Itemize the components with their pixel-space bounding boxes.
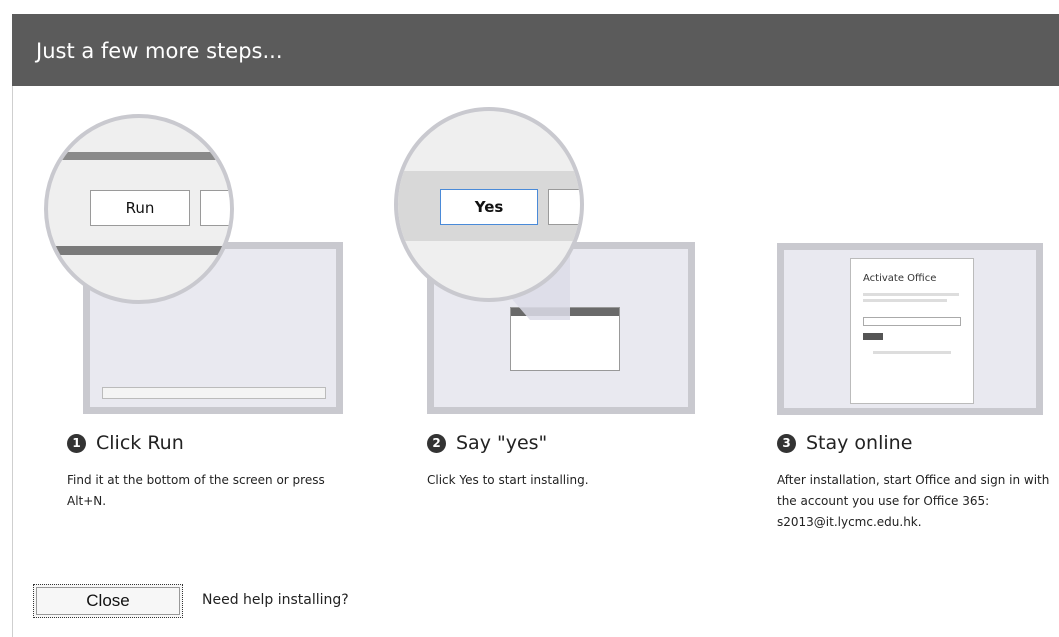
step-title: Click Run	[96, 432, 184, 454]
dialog-title: Just a few more steps...	[36, 39, 283, 63]
step-3-description: After installation, start Office and sig…	[777, 473, 1050, 529]
step-title: Stay online	[806, 432, 913, 454]
help-link[interactable]: Need help installing?	[202, 592, 349, 608]
notification-bar	[102, 387, 326, 399]
zoom-run-button: Run	[90, 190, 190, 226]
step-number-badge: 1	[67, 433, 86, 453]
step-2-heading: 2 Say "yes"	[427, 432, 547, 454]
close-button[interactable]: Close	[33, 584, 183, 618]
activate-office-window: Activate Office	[850, 258, 974, 404]
dialog-title-bar: Just a few more steps...	[12, 14, 1059, 86]
step-title: Say "yes"	[456, 432, 548, 454]
step-number-badge: 3	[777, 433, 796, 453]
step-1-description: Find it at the bottom of the screen or p…	[67, 473, 325, 508]
magnifier: Run	[44, 114, 234, 304]
step-number-badge: 2	[427, 433, 446, 453]
step-1-heading: 1 Click Run	[67, 432, 184, 454]
step-2-description: Click Yes to start installing.	[427, 473, 589, 487]
step-3-heading: 3 Stay online	[777, 432, 912, 454]
activate-office-title: Activate Office	[863, 273, 937, 284]
zoom-next-button	[200, 190, 230, 226]
dialog-border	[12, 86, 13, 637]
screen-illustration: Activate Office	[777, 243, 1043, 415]
zoom-no-button	[548, 189, 580, 225]
magnifier: Yes	[394, 107, 584, 302]
zoom-yes-button: Yes	[440, 189, 538, 225]
